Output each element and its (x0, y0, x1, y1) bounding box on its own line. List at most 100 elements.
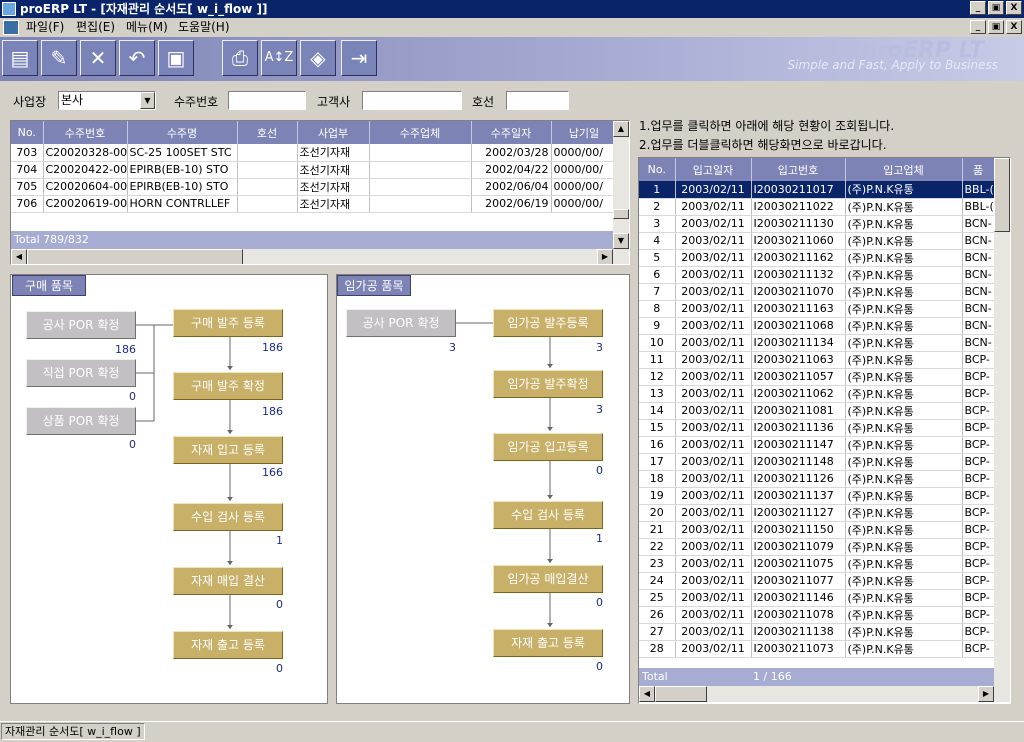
receipts-table-row[interactable]: 21 2003/02/11 I20030211150 (주)P.N.K유통 BCP- (639, 521, 995, 539)
orders-table-row[interactable]: 706 C20020619-00 HORN CONTRLLEF 조선기자재 2002/0… (11, 195, 618, 213)
orders-column-header[interactable]: No. (11, 121, 44, 144)
receipts-table-row[interactable]: 20 2003/02/11 I20030211127 (주)P.N.K유통 BCP- (639, 504, 995, 522)
receipts-table-row[interactable]: 26 2003/02/11 I20030211078 (주)P.N.K유통 BCP- (639, 606, 995, 624)
receipts-column-header[interactable]: 입고일자 (675, 158, 752, 181)
purchase-por-goods[interactable]: 상품 POR 확정 (26, 407, 136, 435)
outsource-por-construction[interactable]: 공사 POR 확정 (346, 309, 456, 337)
purchase-step-inspection[interactable]: 수입 검사 등록 (173, 503, 283, 531)
scroll-thumb[interactable] (27, 249, 243, 264)
receipts-table-row[interactable]: 4 2003/02/11 I20030211060 (주)P.N.K유통 BCN- (639, 232, 995, 250)
receipts-table-row[interactable]: 18 2003/02/11 I20030211126 (주)P.N.K유통 BCP- (639, 470, 995, 488)
undo-icon[interactable]: ↶ (119, 40, 155, 76)
site-select[interactable]: 본사 ▼ (58, 91, 156, 110)
receipts-table-row[interactable]: 3 2003/02/11 I20030211130 (주)P.N.K유통 BCN- (639, 215, 995, 233)
hull-input[interactable] (506, 91, 569, 110)
scroll-left-icon[interactable]: ◀ (11, 249, 27, 264)
maximize-button[interactable]: ▣ (988, 1, 1004, 15)
outsource-step-receipt-register[interactable]: 임가공 입고등록 (493, 433, 603, 461)
scroll-left-icon[interactable]: ◀ (639, 686, 655, 702)
orders-table-row[interactable]: 705 C20020604-00 EPIRB(EB-10) STO 조선기자재 2002… (11, 178, 618, 196)
receipts-table-row[interactable]: 25 2003/02/11 I20030211146 (주)P.N.K유통 BCP- (639, 589, 995, 607)
orders-column-header[interactable]: 수주번호 (43, 121, 128, 144)
menu-edit[interactable]: 편집(E) (76, 18, 115, 37)
receipts-table-row[interactable]: 6 2003/02/11 I20030211132 (주)P.N.K유통 BCN- (639, 266, 995, 284)
outsource-step-order-register[interactable]: 임가공 발주등록 (493, 309, 603, 337)
scroll-thumb[interactable] (613, 209, 629, 219)
receipts-table-row[interactable]: 27 2003/02/11 I20030211138 (주)P.N.K유통 BCP- (639, 623, 995, 641)
receipts-table-row[interactable]: 17 2003/02/11 I20030211148 (주)P.N.K유통 BCP- (639, 453, 995, 471)
menu-help[interactable]: 도움말(H) (178, 18, 230, 37)
child-maximize-button[interactable]: ▣ (988, 20, 1004, 34)
receipts-column-header[interactable]: 품 (962, 158, 995, 181)
filter-icon[interactable]: ◈ (300, 40, 336, 76)
receipts-column-header[interactable]: No. (639, 158, 676, 181)
purchase-step-receipt-register[interactable]: 자재 입고 등록 (173, 436, 283, 464)
scroll-thumb[interactable] (994, 158, 1010, 232)
outsource-step-inspection[interactable]: 수입 검사 등록 (493, 501, 603, 529)
receipts-table-row[interactable]: 5 2003/02/11 I20030211162 (주)P.N.K유통 BCN- (639, 249, 995, 267)
scroll-down-icon[interactable]: ▼ (613, 233, 629, 249)
outsource-step-settlement[interactable]: 임가공 매입결산 (493, 565, 603, 593)
orders-table-row[interactable]: 704 C20020422-00 EPIRB(EB-10) STO 조선기자재 2002… (11, 161, 618, 179)
outsource-step-issue[interactable]: 자재 출고 등록 (493, 629, 603, 657)
scroll-right-icon[interactable]: ▶ (978, 686, 994, 702)
outsource-step-order-confirm[interactable]: 임가공 발주확정 (493, 370, 603, 398)
delete-icon[interactable]: ✕ (80, 40, 116, 76)
minimize-button[interactable]: _ (970, 1, 986, 15)
receipts-table-row[interactable]: 10 2003/02/11 I20030211134 (주)P.N.K유통 BCN- (639, 334, 995, 352)
scroll-up-icon[interactable]: ▲ (613, 121, 629, 137)
receipts-table-row[interactable]: 2 2003/02/11 I20030211022 (주)P.N.K유통 BBL-( (639, 198, 995, 216)
chevron-down-icon[interactable]: ▼ (140, 92, 155, 109)
edit-icon[interactable]: ✎ (41, 40, 77, 76)
purchase-step-settlement[interactable]: 자재 매입 결산 (173, 567, 283, 595)
orders-column-header[interactable]: 수주업체 (369, 121, 472, 144)
receipts-vscrollbar[interactable] (994, 158, 1010, 686)
receipts-table-row[interactable]: 28 2003/02/11 I20030211073 (주)P.N.K유통 BCP- (639, 640, 995, 658)
sort-icon[interactable]: A↕Z (261, 40, 297, 76)
orders-column-header[interactable]: 호선 (237, 121, 298, 144)
document-icon[interactable] (3, 20, 19, 35)
menu-menu[interactable]: 메뉴(M) (126, 18, 168, 37)
receipts-table-row[interactable]: 19 2003/02/11 I20030211137 (주)P.N.K유통 BCP- (639, 487, 995, 505)
receipts-table-row[interactable]: 15 2003/02/11 I20030211136 (주)P.N.K유통 BCP- (639, 419, 995, 437)
orders-column-header[interactable]: 수주일자 (471, 121, 552, 144)
receipts-table-row[interactable]: 9 2003/02/11 I20030211068 (주)P.N.K유통 BCN- (639, 317, 995, 335)
receipts-table-row[interactable]: 22 2003/02/11 I20030211079 (주)P.N.K유통 BCP- (639, 538, 995, 556)
receipts-table-row[interactable]: 12 2003/02/11 I20030211057 (주)P.N.K유통 BCP- (639, 368, 995, 386)
child-close-button[interactable]: X (1006, 20, 1022, 34)
receipts-table-row[interactable]: 8 2003/02/11 I20030211163 (주)P.N.K유통 BCN- (639, 300, 995, 318)
child-minimize-button[interactable]: _ (970, 20, 986, 34)
receipts-table-row[interactable]: 23 2003/02/11 I20030211075 (주)P.N.K유통 BCP- (639, 555, 995, 573)
receipts-table-row[interactable]: 24 2003/02/11 I20030211077 (주)P.N.K유통 BCP- (639, 572, 995, 590)
scroll-thumb[interactable] (655, 686, 707, 702)
menu-file[interactable]: 파일(F) (26, 18, 64, 37)
order-no-input[interactable] (228, 91, 306, 110)
receipts-column-header[interactable]: 입고번호 (751, 158, 846, 181)
orders-column-header[interactable]: 수주명 (127, 121, 238, 144)
save-icon[interactable]: ▣ (158, 40, 194, 76)
print-icon[interactable]: ⎙ (222, 40, 258, 76)
receipts-table-row[interactable]: 16 2003/02/11 I20030211147 (주)P.N.K유통 BCP- (639, 436, 995, 454)
purchase-step-order-confirm[interactable]: 구매 발주 확정 (173, 372, 283, 400)
close-button[interactable]: X (1006, 1, 1022, 15)
receipts-table-row[interactable]: 11 2003/02/11 I20030211063 (주)P.N.K유통 BCP- (639, 351, 995, 369)
purchase-step-issue[interactable]: 자재 출고 등록 (173, 631, 283, 659)
new-icon[interactable]: ▤ (2, 40, 38, 76)
orders-column-header[interactable]: 납기일 (551, 121, 618, 144)
purchase-por-construction[interactable]: 공사 POR 확정 (26, 311, 136, 339)
scroll-right-icon[interactable]: ▶ (597, 249, 613, 264)
receipts-table-row[interactable]: 1 2003/02/11 I20030211017 (주)P.N.K유통 BBL-( (639, 181, 995, 199)
receipts-hscrollbar[interactable]: ◀ ▶ (639, 686, 1010, 702)
customer-input[interactable] (362, 91, 462, 110)
orders-column-header[interactable]: 사업부 (297, 121, 370, 144)
receipts-table-row[interactable]: 14 2003/02/11 I20030211081 (주)P.N.K유통 BCP- (639, 402, 995, 420)
orders-hscrollbar[interactable]: ◀ ▶ (11, 249, 629, 264)
orders-vscrollbar[interactable]: ▲ ▼ (613, 121, 629, 249)
exit-icon[interactable]: ⇥ (341, 40, 377, 76)
receipts-table-row[interactable]: 13 2003/02/11 I20030211062 (주)P.N.K유통 BCP- (639, 385, 995, 403)
receipts-column-header[interactable]: 입고업체 (845, 158, 963, 181)
orders-table-row[interactable]: 703 C20020328-00 SC-25 100SET STC 조선기자재 2002… (11, 144, 618, 162)
receipts-table-row[interactable]: 7 2003/02/11 I20030211070 (주)P.N.K유통 BCN- (639, 283, 995, 301)
purchase-por-direct[interactable]: 직접 POR 확정 (26, 359, 136, 387)
purchase-step-order-register[interactable]: 구매 발주 등록 (173, 309, 283, 337)
